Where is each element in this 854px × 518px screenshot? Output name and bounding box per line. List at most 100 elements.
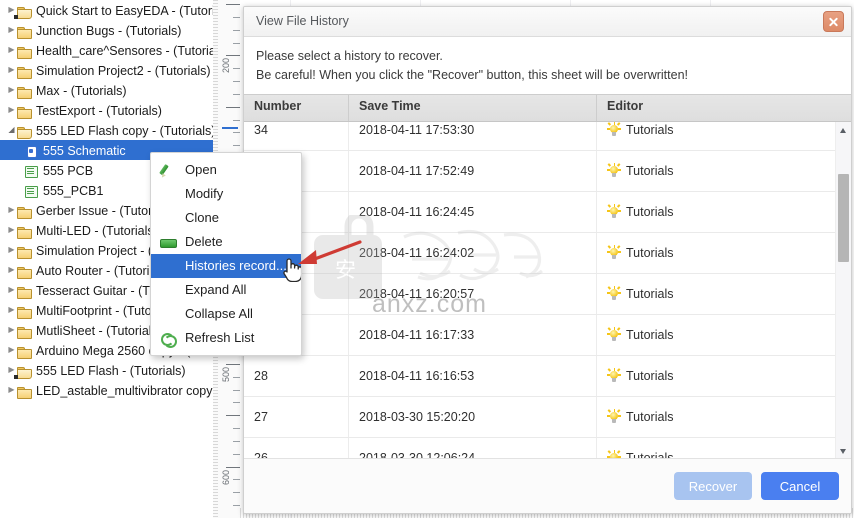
tree-item[interactable]: ▶TestExport - (Tutorials) (0, 100, 213, 120)
chevron-right-icon[interactable]: ▶ (6, 320, 17, 340)
tree-item[interactable]: ▶ Simulation Project2 - (Tutorials) (0, 60, 213, 80)
ruler-tick (226, 415, 240, 416)
tree-item-label: Gerber Issue - (Tutori (34, 201, 155, 221)
chevron-right-icon[interactable]: ▶ (6, 20, 17, 40)
ruler-tick (233, 94, 240, 95)
ruler-tick (226, 55, 240, 56)
folder-icon (17, 283, 34, 297)
table-row[interactable]: 302018-04-11 16:20:57Tutorials (244, 274, 836, 315)
cell-number: 34 (244, 122, 349, 150)
column-header-editor[interactable]: Editor (597, 95, 851, 121)
context-menu-item[interactable]: Modify (151, 182, 301, 206)
tree-item-label: 555 LED Flash copy - (Tutorials) (34, 121, 214, 141)
context-menu-item-label: Open (185, 162, 217, 177)
pcb-icon (24, 183, 41, 197)
cell-editor: Tutorials (597, 397, 836, 437)
tree-item-label: MultiFootprint - (Tutor (34, 301, 156, 321)
table-row[interactable]: 332018-04-11 17:52:49Tutorials (244, 151, 836, 192)
tree-context-menu[interactable]: Open Modify Clone Delete Histories record...… (150, 152, 302, 356)
folder-icon (17, 243, 34, 257)
chevron-right-icon[interactable]: ▶ (6, 280, 17, 300)
tree-item[interactable]: ▶ Max - (Tutorials) (0, 80, 213, 100)
context-menu-item[interactable]: Collapse All (151, 302, 301, 326)
tree-item-label: Quick Start to EasyEDA - (Tutori (34, 1, 214, 21)
chevron-right-icon[interactable]: ▶ (6, 60, 17, 80)
folder-icon (17, 343, 34, 357)
tree-item[interactable]: ▶Quick Start to EasyEDA - (Tutori (0, 0, 213, 20)
chevron-right-icon[interactable]: ▶ (6, 100, 17, 120)
ruler-tick (233, 17, 240, 18)
cell-number: 26 (244, 438, 349, 458)
ruler-tick (233, 145, 240, 146)
tree-item-label: Multi-LED - (Tutorials (34, 221, 154, 241)
chevron-right-icon[interactable]: ▶ (6, 300, 17, 320)
tree-item-label: 555 LED Flash - (Tutorials) (34, 361, 186, 381)
context-menu-item[interactable]: Refresh List (151, 326, 301, 350)
folder-open-marked-icon (17, 363, 34, 377)
table-row[interactable]: 322018-04-11 16:24:45Tutorials (244, 192, 836, 233)
tree-item-label: Simulation Project2 - (Tutorials) (34, 61, 211, 81)
folder-icon (17, 43, 34, 57)
chevron-down-icon[interactable]: ◢ (6, 120, 17, 140)
context-menu-item[interactable]: Delete (151, 230, 301, 254)
tree-item-label: 555 PCB (41, 161, 93, 181)
lightbulb-icon (607, 286, 621, 302)
chevron-right-icon[interactable]: ▶ (6, 340, 17, 360)
tree-item[interactable]: ▶Health_care^Sensores - (Tutorial (0, 40, 213, 60)
tree-item[interactable]: ▶Junction Bugs - (Tutorials) (0, 20, 213, 40)
cell-number: 27 (244, 397, 349, 437)
scroll-up-arrow-icon[interactable] (836, 122, 851, 137)
table-row[interactable]: 292018-04-11 16:17:33Tutorials (244, 315, 836, 356)
column-header-number[interactable]: Number (244, 95, 349, 121)
ruler-tick (226, 4, 240, 5)
editor-name: Tutorials (626, 410, 673, 424)
cell-editor: Tutorials (597, 356, 836, 396)
tree-item[interactable]: ▶ LED_astable_multivibrator copy - (0, 380, 213, 400)
lightbulb-icon (607, 204, 621, 220)
chevron-right-icon[interactable]: ▶ (6, 40, 17, 60)
ruler-tick (233, 505, 240, 506)
ruler-tick (226, 467, 240, 468)
close-icon[interactable] (823, 11, 844, 32)
table-row[interactable]: 272018-03-30 15:20:20Tutorials (244, 397, 836, 438)
pcb-icon (24, 163, 41, 177)
tree-item[interactable]: ◢ 555 LED Flash copy - (Tutorials) (0, 120, 213, 140)
annotation-arrow-icon (296, 240, 362, 266)
folder-open-marked-icon (17, 3, 34, 17)
tree-item-label: LED_astable_multivibrator copy - (34, 381, 214, 401)
ruler-tick (233, 479, 240, 480)
ruler-tick (233, 377, 240, 378)
table-row[interactable]: 262018-03-30 12:06:24Tutorials (244, 438, 836, 458)
history-table-body[interactable]: 342018-04-11 17:53:30Tutorials332018-04-… (244, 122, 836, 458)
cancel-button[interactable]: Cancel (761, 472, 839, 500)
context-menu-item[interactable]: Clone (151, 206, 301, 230)
recover-button[interactable]: Recover (674, 472, 752, 500)
tree-item-label: Max - (Tutorials) (34, 81, 127, 101)
table-vertical-scrollbar[interactable] (835, 122, 851, 458)
chevron-right-icon[interactable]: ▶ (6, 260, 17, 280)
ruler-label: 600 (221, 470, 231, 485)
dialog-title: View File History (256, 14, 349, 28)
context-menu-item[interactable]: Histories record... (151, 254, 301, 278)
scrollbar-thumb[interactable] (838, 174, 849, 262)
tree-item[interactable]: ▶555 LED Flash - (Tutorials) (0, 360, 213, 380)
context-menu-item-label: Clone (185, 210, 219, 225)
chevron-right-icon[interactable]: ▶ (6, 380, 17, 400)
table-row[interactable]: 282018-04-11 16:16:53Tutorials (244, 356, 836, 397)
ruler-tick (233, 81, 240, 82)
chevron-right-icon[interactable]: ▶ (6, 200, 17, 220)
chevron-right-icon[interactable]: ▶ (6, 80, 17, 100)
table-row[interactable]: 342018-04-11 17:53:30Tutorials (244, 122, 836, 151)
tree-item-label: Auto Router - (Tutoria (34, 261, 156, 281)
column-header-save-time[interactable]: Save Time (349, 95, 597, 121)
folder-icon (17, 63, 34, 77)
chevron-right-icon[interactable]: ▶ (6, 240, 17, 260)
ruler-tick (233, 428, 240, 429)
scroll-down-arrow-icon[interactable] (836, 443, 851, 458)
context-menu-item-label: Histories record... (185, 258, 287, 273)
context-menu-item[interactable]: Expand All (151, 278, 301, 302)
context-menu-item[interactable]: Open (151, 158, 301, 182)
ruler-label: 200 (221, 58, 231, 73)
cell-editor: Tutorials (597, 151, 836, 191)
chevron-right-icon[interactable]: ▶ (6, 220, 17, 240)
